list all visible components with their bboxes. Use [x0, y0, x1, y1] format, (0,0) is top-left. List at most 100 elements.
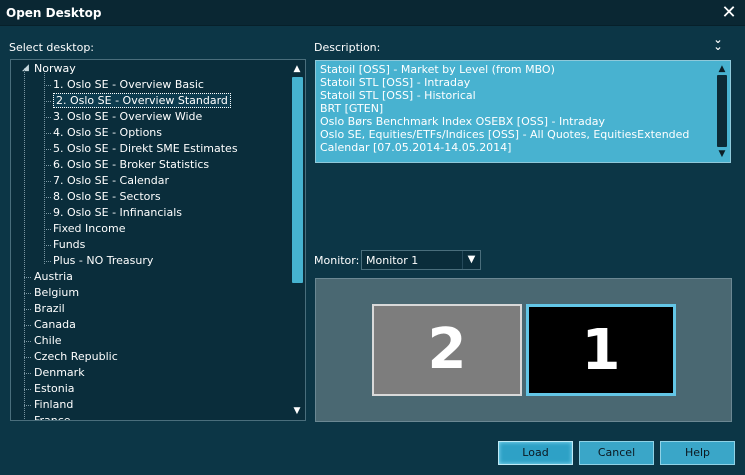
tree-item-country[interactable]: Denmark [34, 365, 85, 381]
tree-item-country[interactable]: Chile [34, 333, 62, 349]
chevron-double-down-icon[interactable]: ⌄ ⌄ [711, 34, 725, 52]
chevron-down-icon[interactable]: ▼ [462, 251, 480, 269]
tree-connector [44, 133, 52, 134]
tree-item-label: 5. Oslo SE - Direkt SME Estimates [53, 142, 238, 155]
description-line: BRT [GTEN] [320, 102, 384, 115]
window-title: Open Desktop [6, 6, 102, 20]
tree-item-label: Fixed Income [53, 222, 126, 235]
tree-connector [44, 73, 45, 265]
tree-connector [44, 229, 52, 230]
tree-item-label: Finland [34, 398, 74, 411]
description-line: Statoil [OSS] - Market by Level (from MB… [320, 63, 555, 76]
tree-item-child[interactable]: 9. Oslo SE - Infinancials [53, 205, 182, 221]
tree-connector [24, 293, 32, 294]
tree-item-label: Belgium [34, 286, 80, 299]
tree-item-child[interactable]: 8. Oslo SE - Sectors [53, 189, 161, 205]
tree-item-label: 7. Oslo SE - Calendar [53, 174, 170, 187]
scroll-thumb[interactable] [292, 77, 303, 283]
tree-item-label: 4. Oslo SE - Options [53, 126, 163, 139]
tree-item-label: Brazil [34, 302, 65, 315]
tree-item-label: 9. Oslo SE - Infinancials [53, 206, 183, 219]
tree-item-country[interactable]: Brazil [34, 301, 65, 317]
tree-connector [44, 149, 52, 150]
tree-item-label: 1. Oslo SE - Overview Basic [53, 78, 204, 91]
description-label: Description: [314, 41, 381, 54]
monitor-select[interactable]: Monitor 1 ▼ [361, 250, 481, 270]
scroll-down-icon[interactable]: ▼ [714, 147, 730, 161]
tree-item-child[interactable]: 1. Oslo SE - Overview Basic [53, 77, 204, 93]
tree-connector [44, 165, 52, 166]
description-list[interactable]: Statoil [OSS] - Market by Level (from MB… [315, 60, 731, 163]
description-scrollbar[interactable]: ▲ ▼ [714, 61, 730, 162]
monitor-label: Monitor: [314, 254, 360, 267]
monitor-select-value: Monitor 1 [366, 254, 419, 267]
scroll-up-icon[interactable]: ▲ [714, 62, 730, 76]
tree-item-country[interactable]: Estonia [34, 381, 75, 397]
tree-item-label: Austria [34, 270, 73, 283]
close-icon[interactable]: ✕ [719, 3, 739, 23]
tree-item-label: Denmark [34, 366, 85, 379]
description-line: Statoil STL [OSS] - Historical [320, 89, 476, 102]
tree-connector [44, 117, 52, 118]
tree-item-country[interactable]: Belgium [34, 285, 79, 301]
tree-item-norway[interactable]: Norway [34, 61, 76, 77]
tree-item-country[interactable]: Czech Republic [34, 349, 118, 365]
tree-item-country[interactable]: Canada [34, 317, 76, 333]
tree-connector [44, 101, 52, 102]
tree-connector [24, 277, 32, 278]
desktop-tree[interactable]: ◢ Norway 1. Oslo SE - Overview Basic 2. Osl… [10, 59, 306, 421]
tree-item-child[interactable]: 5. Oslo SE - Direkt SME Estimates [53, 141, 238, 157]
tree-item-label: Norway [34, 62, 76, 75]
description-line: Oslo SE, Equities/ETFs/Indices [OSS] - A… [320, 128, 690, 141]
tree-item-country[interactable]: France [34, 413, 71, 420]
tree-connector [24, 405, 32, 406]
tree-item-label: Plus - NO Treasury [53, 254, 154, 267]
load-button[interactable]: Load [498, 441, 573, 465]
tree-item-label: 3. Oslo SE - Overview Wide [53, 110, 203, 123]
tree-connector [44, 261, 52, 262]
tree-item-child[interactable]: 7. Oslo SE - Calendar [53, 173, 169, 189]
tree-scrollbar[interactable]: ▲ ▼ [289, 60, 305, 420]
tree-item-child[interactable]: 6. Oslo SE - Broker Statistics [53, 157, 209, 173]
tree-item-country[interactable]: Finland [34, 397, 73, 413]
tree-connector [24, 373, 32, 374]
title-bar: Open Desktop ✕ [0, 0, 745, 26]
scroll-up-icon[interactable]: ▲ [289, 62, 305, 76]
tree-connector [44, 85, 52, 86]
tree-item-label: 8. Oslo SE - Sectors [53, 190, 161, 203]
tree-connector [44, 181, 52, 182]
help-button[interactable]: Help [660, 441, 735, 465]
scroll-thumb[interactable] [717, 75, 727, 147]
tree-item-child[interactable]: Funds [53, 237, 85, 253]
tree-connector [44, 213, 52, 214]
tree-item-label: 6. Oslo SE - Broker Statistics [53, 158, 210, 171]
tree-connector [24, 68, 25, 420]
tree-item-label: Estonia [34, 382, 75, 395]
description-line: Statoil STL [OSS] - Intraday [320, 76, 471, 89]
tree-item-child[interactable]: 3. Oslo SE - Overview Wide [53, 109, 202, 125]
scroll-down-icon[interactable]: ▼ [289, 404, 305, 418]
tree-item-label: France [34, 414, 71, 420]
tree-item-child[interactable]: Fixed Income [53, 221, 125, 237]
select-desktop-label: Select desktop: [9, 41, 95, 54]
tree-item-country[interactable]: Austria [34, 269, 73, 285]
cancel-button[interactable]: Cancel [579, 441, 654, 465]
monitor-2-screen[interactable]: 2 [372, 304, 522, 396]
tree-item-label: Canada [34, 318, 76, 331]
tree-content: ◢ Norway 1. Oslo SE - Overview Basic 2. Osl… [11, 60, 289, 420]
description-line: Calendar [07.05.2014-14.05.2014] [320, 141, 512, 154]
tree-item-label: 2. Oslo SE - Overview Standard [53, 93, 231, 108]
tree-connector [44, 197, 52, 198]
tree-item-label: Czech Republic [34, 350, 118, 363]
monitor-preview: 2 1 [315, 278, 732, 422]
tree-connector [44, 245, 52, 246]
description-line: Oslo Børs Benchmark Index OSEBX [OSS] - … [320, 115, 605, 128]
tree-item-label: Funds [53, 238, 86, 251]
tree-connector [24, 325, 32, 326]
tree-item-child[interactable]: 2. Oslo SE - Overview Standard [53, 93, 231, 109]
tree-item-label: Chile [34, 334, 62, 347]
tree-connector [24, 309, 32, 310]
tree-item-child[interactable]: Plus - NO Treasury [53, 253, 153, 269]
tree-item-child[interactable]: 4. Oslo SE - Options [53, 125, 162, 141]
monitor-1-screen[interactable]: 1 [526, 304, 676, 396]
